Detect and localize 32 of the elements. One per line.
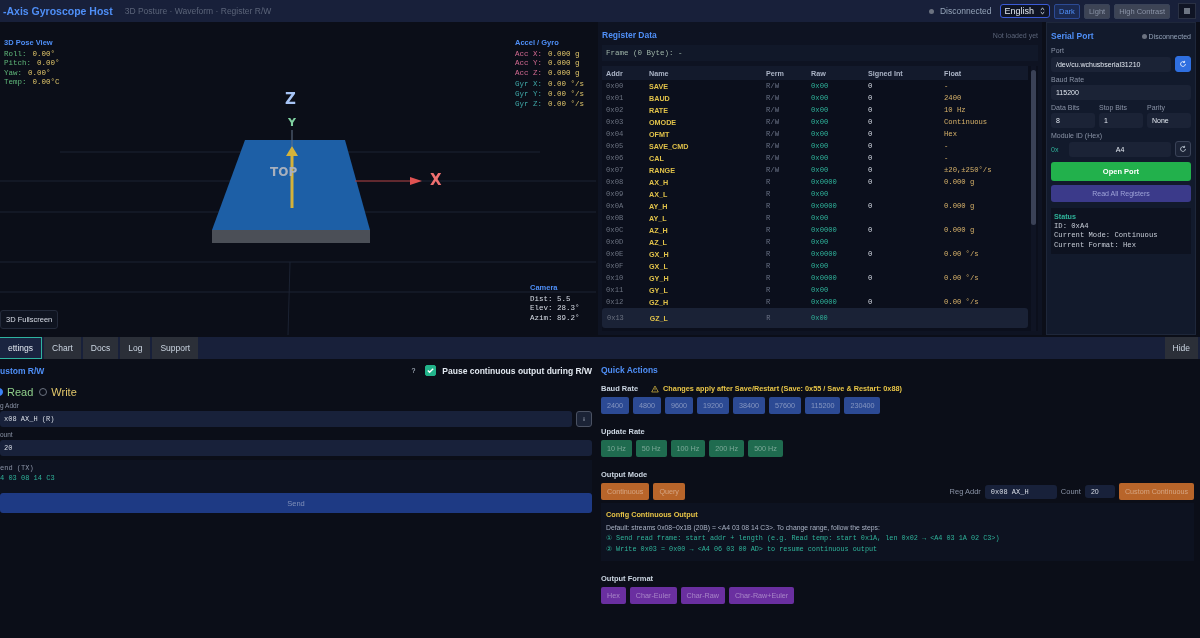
hide-button[interactable]: Hide: [1164, 337, 1198, 359]
refresh-icon: [1179, 145, 1187, 153]
radio-label: Read: [7, 386, 34, 398]
status-dot-icon: [1141, 33, 1147, 39]
checkbox[interactable]: [425, 365, 437, 376]
info-icon: [582, 415, 586, 423]
radio-label: Write: [51, 386, 77, 398]
tab[interactable]: Support: [152, 337, 199, 359]
axis-label: X: [430, 171, 442, 189]
custom-rw-title: ustom R/W: [0, 365, 45, 376]
axis-label: Z: [285, 90, 296, 108]
refresh-button[interactable]: [1175, 141, 1191, 157]
tab[interactable]: Chart: [44, 337, 81, 359]
menu-button[interactable]: [1178, 3, 1196, 19]
tab[interactable]: Log: [120, 337, 151, 359]
warning-icon: [651, 384, 660, 393]
app-title: -Axis Gyroscope Host: [3, 5, 113, 17]
connection-status: Disconnected: [940, 6, 992, 16]
menu-icon: [1183, 7, 1191, 15]
axis-label: Y: [288, 116, 296, 129]
serial-port-title: Serial Port: [1051, 31, 1094, 41]
refresh-icon: [1179, 60, 1187, 68]
tab[interactable]: Docs: [82, 337, 119, 359]
updown-icon: [1040, 7, 1046, 15]
tab[interactable]: ettings: [0, 337, 43, 359]
register-data-title: Register Data: [602, 30, 657, 40]
refresh-button[interactable]: [1175, 56, 1191, 72]
status-dot-icon: [929, 8, 934, 14]
language-select[interactable]: English: [999, 4, 1051, 18]
quick-actions-title: Quick Actions: [601, 364, 659, 375]
checkbox-label: Pause continuous output during R/W: [442, 365, 592, 376]
app-subtitle: 3D Posture · Waveform · Register R/W: [124, 6, 272, 16]
